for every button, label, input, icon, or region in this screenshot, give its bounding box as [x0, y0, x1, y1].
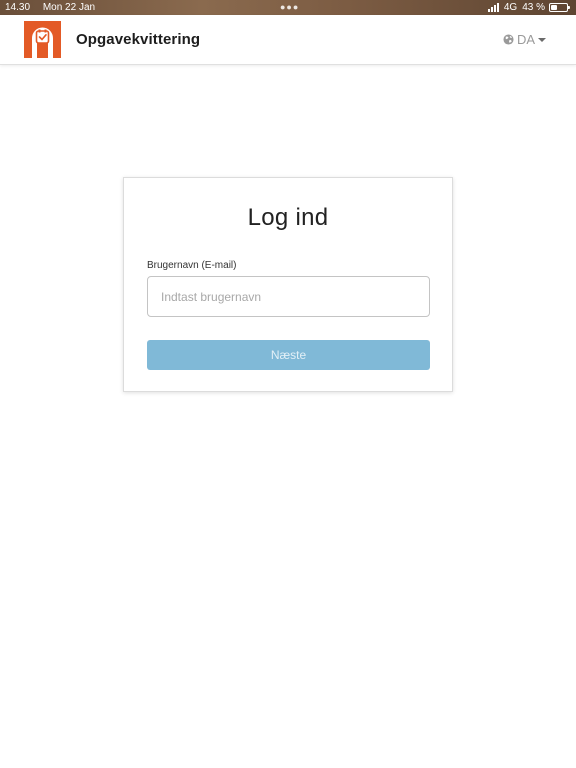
next-button[interactable]: Næste	[147, 340, 430, 370]
language-code: DA	[516, 32, 535, 47]
username-input[interactable]	[147, 276, 430, 317]
app-header: Opgavekvittering DA	[0, 15, 576, 65]
multitasking-dots-icon[interactable]: ●●●	[280, 0, 299, 15]
network-type: 4G	[503, 2, 518, 13]
status-time: 14.30	[5, 2, 31, 13]
page-title: Log ind	[247, 204, 329, 231]
status-bar: 14.30 Mon 22 Jan ●●● 4G 43 %	[0, 0, 576, 15]
battery-fill	[551, 5, 557, 10]
username-label: Brugernavn (E-mail)	[147, 260, 237, 271]
app-title: Opgavekvittering	[76, 31, 201, 48]
globe-icon	[503, 34, 514, 45]
status-left: 14.30 Mon 22 Jan	[5, 0, 95, 15]
language-selector[interactable]: DA	[503, 32, 546, 47]
login-card: Log ind Brugernavn (E-mail) Næste	[123, 177, 453, 392]
battery-percent: 43 %	[522, 2, 545, 13]
app-logo-svg	[24, 21, 61, 58]
status-date: Mon 22 Jan	[42, 2, 96, 13]
cellular-signal-icon	[487, 3, 500, 12]
chevron-down-icon	[538, 37, 546, 42]
status-right: 4G 43 %	[487, 0, 570, 15]
app-logo-icon[interactable]	[24, 21, 61, 58]
battery-icon	[549, 3, 570, 12]
